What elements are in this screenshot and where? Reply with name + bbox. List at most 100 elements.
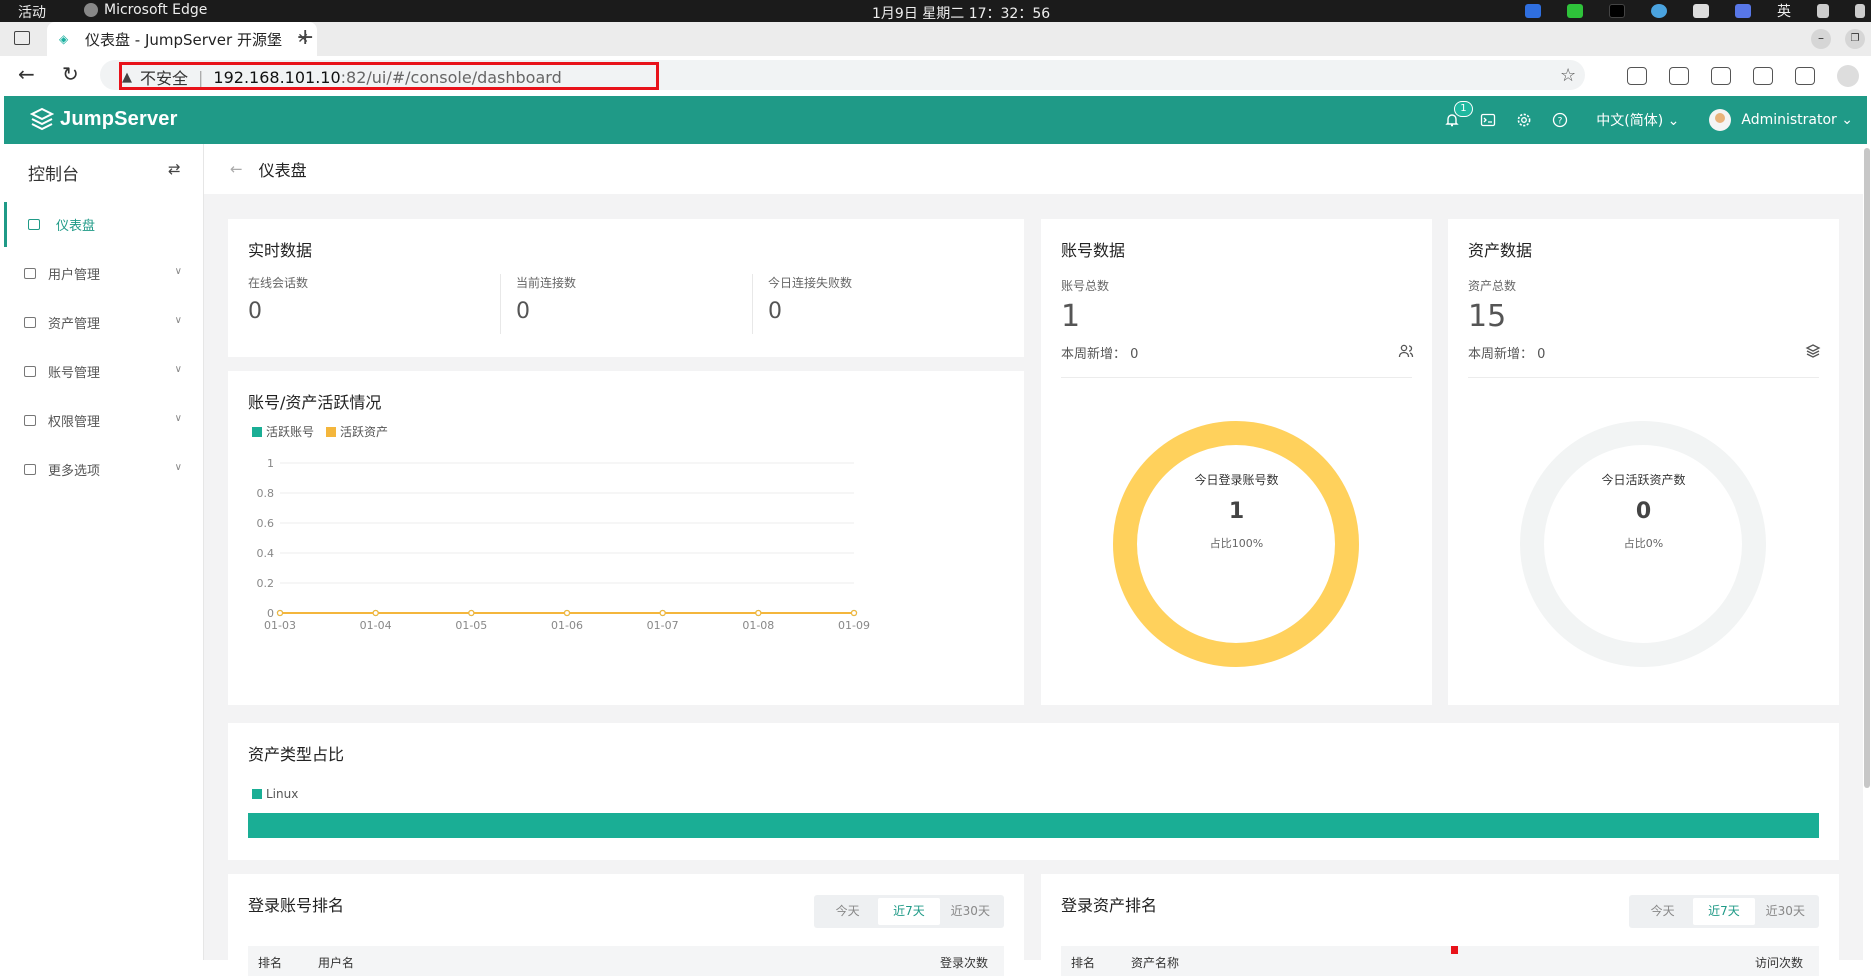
- data-point[interactable]: [468, 609, 475, 617]
- data-point[interactable]: [659, 609, 666, 617]
- chevron-down-icon: ∨: [174, 364, 182, 375]
- range-7-days[interactable]: 近7天: [1693, 898, 1755, 925]
- active-app-name: Microsoft Edge: [104, 2, 208, 18]
- card-title: 实时数据: [248, 241, 313, 260]
- minimize-window-icon[interactable]: –: [1811, 29, 1831, 49]
- more-options-icon: [24, 464, 36, 475]
- sidebar-title: 控制台: [28, 165, 79, 185]
- login-accounts-ring: 今日登录账号数 1 占比100%: [1041, 419, 1432, 669]
- favorite-star-icon[interactable]: ☆: [1560, 65, 1576, 86]
- web-terminal-icon[interactable]: [1480, 112, 1496, 128]
- url-host: 192.168.101.10: [213, 67, 341, 87]
- page-scrollbar[interactable]: [1863, 144, 1871, 804]
- wechat-icon[interactable]: [1567, 4, 1583, 18]
- volume-icon[interactable]: [1855, 4, 1865, 18]
- asset-type-segment-linux[interactable]: [248, 813, 1819, 838]
- range-30-days[interactable]: 近30天: [940, 898, 1001, 925]
- header-actions: 1 ? 中文(简体) ⌄ Administrator ⌄: [1434, 96, 1853, 144]
- restore-window-icon[interactable]: ❐: [1845, 29, 1865, 49]
- warning-triangle-icon[interactable]: ▲: [122, 70, 132, 85]
- users-icon: [1398, 344, 1414, 358]
- divider: [752, 274, 753, 334]
- new-tab-icon[interactable]: +: [296, 25, 314, 50]
- reload-icon[interactable]: ↻: [62, 62, 79, 86]
- switch-view-icon[interactable]: ⇄: [168, 160, 181, 178]
- dashboard-icon: [28, 219, 40, 230]
- login-account-rank-card: 登录账号排名 今天 近7天 近30天 排名 用户名 登录次数: [228, 874, 1024, 976]
- favorites-icon[interactable]: [1711, 67, 1731, 85]
- sidebar-item-users[interactable]: 用户管理 ∨: [4, 249, 204, 298]
- y-tick-label: 0.6: [257, 517, 275, 530]
- data-point[interactable]: [755, 609, 762, 617]
- activity-line-chart: 00.20.40.60.8101-03 01-04 01-05 01-06 01-07 0…: [257, 457, 870, 632]
- data-point[interactable]: [850, 609, 858, 617]
- jumpserver-logo-icon: [30, 107, 54, 131]
- language-label: 中文(简体): [1596, 113, 1664, 129]
- tray-app-icon[interactable]: [1609, 4, 1625, 18]
- profile-avatar-icon[interactable]: [1837, 65, 1859, 87]
- system-clock[interactable]: 1月9日 星期二 17：32：56: [872, 3, 1050, 23]
- weekly-new-value: 0: [1537, 347, 1546, 362]
- divider: [500, 274, 501, 334]
- stat-online-sessions: 在线会话数 0: [248, 274, 488, 329]
- language-selector[interactable]: 中文(简体) ⌄: [1596, 110, 1679, 130]
- ring-ratio: 占比100%: [1209, 537, 1264, 550]
- extensions-icon[interactable]: [1627, 67, 1647, 85]
- notification-bell-icon[interactable]: 1: [1444, 101, 1473, 128]
- stat-value: 0: [516, 299, 530, 324]
- chevron-down-icon: ⌄: [1667, 113, 1680, 129]
- not-secure-label[interactable]: 不安全: [140, 65, 188, 89]
- settings-gear-icon[interactable]: [1516, 112, 1532, 128]
- ring-value: 1: [1228, 499, 1245, 524]
- asset-data-card: 资产数据 资产总数 15 本周新增： 0 今日活跃资产数 0 占比0%: [1448, 219, 1839, 705]
- network-icon[interactable]: [1817, 4, 1829, 18]
- range-today[interactable]: 今天: [1632, 898, 1693, 925]
- data-point[interactable]: [276, 609, 284, 617]
- help-question-icon[interactable]: ?: [1552, 112, 1568, 128]
- feishu-icon[interactable]: [1735, 4, 1751, 18]
- user-menu[interactable]: Administrator ⌄: [1741, 112, 1853, 128]
- split-screen-icon[interactable]: [1669, 67, 1689, 85]
- column-username: 用户名: [318, 956, 355, 970]
- activities-button[interactable]: 活动: [18, 2, 46, 22]
- range-today[interactable]: 今天: [817, 898, 878, 925]
- jumpserver-logo[interactable]: JumpServer: [30, 107, 178, 131]
- active-app-indicator[interactable]: Microsoft Edge: [84, 2, 207, 18]
- edge-icon: [84, 3, 98, 17]
- sidebar-item-more[interactable]: 更多选项 ∨: [4, 445, 204, 494]
- sidebar-item-label: 用户管理: [48, 268, 101, 283]
- card-title: 账号数据: [1061, 241, 1126, 260]
- pin-icon[interactable]: [1525, 4, 1541, 18]
- input-method-indicator[interactable]: 英: [1777, 1, 1791, 21]
- user-avatar[interactable]: [1709, 109, 1732, 131]
- range-7-days[interactable]: 近7天: [878, 898, 940, 925]
- data-point[interactable]: [372, 609, 379, 617]
- breadcrumb: ← 仪表盘: [204, 144, 1863, 194]
- stat-label: 在线会话数: [248, 276, 309, 290]
- svg-text:?: ?: [1558, 117, 1563, 127]
- red-marker: [1451, 946, 1458, 954]
- sidebar-item-assets[interactable]: 资产管理 ∨: [4, 298, 204, 347]
- browser-tab-dashboard[interactable]: ◈ 仪表盘 - JumpServer 开源堡 ✕: [47, 22, 317, 56]
- app-header: JumpServer 1 ? 中文(简体) ⌄ Administrator ⌄: [4, 96, 1867, 144]
- back-arrow-icon[interactable]: ←: [230, 160, 243, 178]
- tray-circle-icon[interactable]: [1651, 4, 1667, 18]
- data-point[interactable]: [563, 609, 571, 617]
- url-display[interactable]: ▲ 不安全 | 192.168.101.10:82/ui/#/console/d…: [122, 65, 562, 89]
- collections-icon[interactable]: [1753, 67, 1773, 85]
- sidebar-item-permissions[interactable]: 权限管理 ∨: [4, 396, 204, 445]
- keyboard-icon[interactable]: [1693, 4, 1709, 18]
- legend-item[interactable]: Linux: [252, 787, 298, 801]
- tab-actions-icon[interactable]: [14, 31, 30, 45]
- x-tick-label: 01-07: [647, 619, 679, 632]
- system-tray: 英: [1525, 2, 1871, 20]
- back-arrow-icon[interactable]: ←: [18, 62, 35, 86]
- time-range-selector: 今天 近7天 近30天: [814, 895, 1004, 928]
- range-30-days[interactable]: 近30天: [1755, 898, 1816, 925]
- sidebar-item-label: 仪表盘: [56, 219, 96, 234]
- sidebar: 控制台 ⇄ 仪表盘 用户管理 ∨ 资产管理 ∨ 账号管理 ∨ 权限管理 ∨ 更多选项 ∨: [4, 144, 204, 960]
- weekly-new-label: 本周新增：: [1061, 347, 1127, 362]
- sidebar-item-dashboard[interactable]: 仪表盘: [4, 200, 204, 249]
- sidebar-item-accounts[interactable]: 账号管理 ∨: [4, 347, 204, 396]
- browser-essentials-icon[interactable]: [1795, 67, 1815, 85]
